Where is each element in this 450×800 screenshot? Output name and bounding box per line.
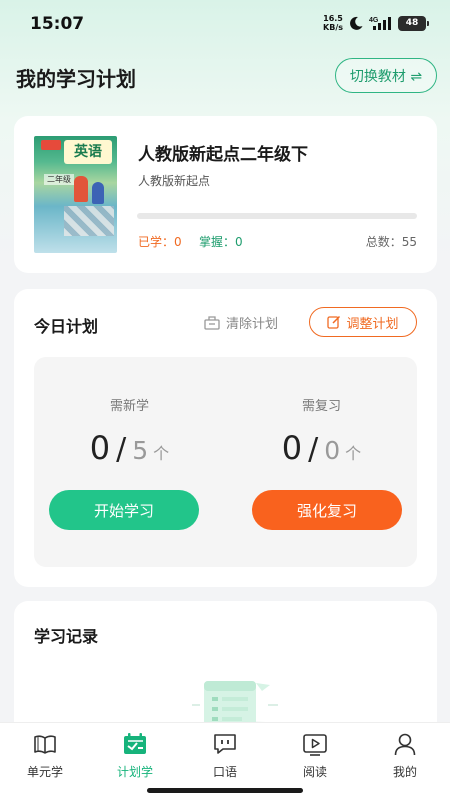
- adjust-plan-button[interactable]: 调整计划: [309, 307, 417, 337]
- cover-blocks: [64, 206, 114, 236]
- edit-icon: [327, 315, 341, 329]
- count-separator: /: [116, 432, 127, 467]
- speech-bubble-icon: [214, 734, 236, 754]
- tab-profile[interactable]: 我的: [360, 731, 450, 781]
- status-time: 15:07: [30, 14, 85, 34]
- status-icons: 16.5 KB/s 4G 48: [323, 14, 429, 32]
- video-play-icon: [303, 734, 327, 756]
- review-done: 0: [281, 429, 303, 467]
- book-subtitle: 人教版新起点: [138, 174, 211, 188]
- switch-textbook-button[interactable]: 切换教材 ⇌: [335, 58, 437, 93]
- total-count: 总数：55: [365, 235, 417, 249]
- tab-plan-learn[interactable]: 计划学: [90, 731, 180, 781]
- tab-speaking[interactable]: 口语: [180, 731, 270, 781]
- book-name: 人教版新起点二年级下: [138, 145, 308, 165]
- book-cover-image: 英语 二年级: [34, 136, 117, 253]
- new-learn-target: 5: [132, 436, 149, 465]
- intensive-review-button[interactable]: 强化复习: [252, 490, 402, 530]
- count-separator: /: [308, 432, 319, 467]
- tab-label: 单元学: [26, 765, 63, 779]
- calendar-check-icon: [124, 733, 146, 754]
- start-learning-button[interactable]: 开始学习: [49, 490, 199, 530]
- network-speed-value: 16.5: [323, 14, 343, 23]
- cover-figure: [74, 176, 88, 202]
- switch-textbook-label: 切换教材 ⇌: [349, 68, 423, 85]
- tab-label: 我的: [392, 765, 417, 779]
- count-unit: 个: [345, 444, 362, 463]
- clear-icon: [204, 316, 220, 330]
- new-learn-column: 需新学 0/5 个 开始学习: [34, 357, 225, 567]
- tab-label: 口语: [212, 765, 237, 779]
- network-type: 4G: [369, 17, 379, 24]
- cover-figure: [92, 182, 104, 204]
- tab-reading[interactable]: 阅读: [270, 731, 360, 781]
- progress-bar: [137, 213, 417, 219]
- battery-icon: 48: [398, 15, 429, 31]
- review-label: 需复习: [301, 399, 341, 414]
- new-learn-done: 0: [89, 429, 111, 467]
- review-target: 0: [324, 436, 341, 465]
- plan-stats-panel: 需新学 0/5 个 开始学习 需复习 0/0 个 强化复习: [34, 357, 417, 567]
- clear-plan-button[interactable]: 清除计划: [204, 313, 278, 332]
- status-bar: 15:07 16.5 KB/s 4G 48: [0, 0, 450, 46]
- learned-count: 已学：0: [138, 235, 182, 249]
- today-plan-card: 今日计划 清除计划 调整计划 需新学 0/5个 开始学习 需复习 0/0个: [14, 289, 437, 587]
- clear-plan-label: 清除计划: [226, 317, 279, 332]
- review-count: 0/0 个: [226, 429, 417, 467]
- home-indicator: [147, 788, 303, 793]
- new-learn-label: 需新学: [109, 399, 149, 414]
- network-speed: 16.5 KB/s: [323, 14, 343, 32]
- user-icon: [394, 733, 416, 756]
- tab-unit-learn[interactable]: 单元学: [0, 731, 90, 781]
- cover-grade: 二年级: [44, 174, 74, 185]
- cover-badge: [41, 140, 61, 150]
- tab-label: 阅读: [302, 765, 327, 779]
- tab-label: 计划学: [116, 765, 153, 779]
- cover-title: 英语: [64, 140, 112, 164]
- battery-level: 48: [405, 18, 419, 28]
- review-column: 需复习 0/0 个 强化复习: [226, 357, 417, 567]
- mastered-count: 掌握：0: [199, 235, 243, 249]
- today-plan-title: 今日计划: [34, 317, 99, 336]
- network-speed-unit: KB/s: [323, 23, 343, 32]
- learning-record-title: 学习记录: [34, 627, 99, 646]
- count-unit: 个: [153, 444, 170, 463]
- adjust-plan-label: 调整计划: [346, 316, 399, 332]
- moon-icon: [350, 16, 363, 30]
- textbook-card[interactable]: 英语 二年级 人教版新起点二年级下 人教版新起点 已学：0 掌握：0 总数：55: [14, 116, 437, 273]
- book-open-icon: [34, 735, 56, 754]
- page-title: 我的学习计划: [16, 67, 136, 91]
- signal-icon: 4G: [369, 17, 391, 30]
- new-learn-count: 0/5 个: [34, 429, 225, 467]
